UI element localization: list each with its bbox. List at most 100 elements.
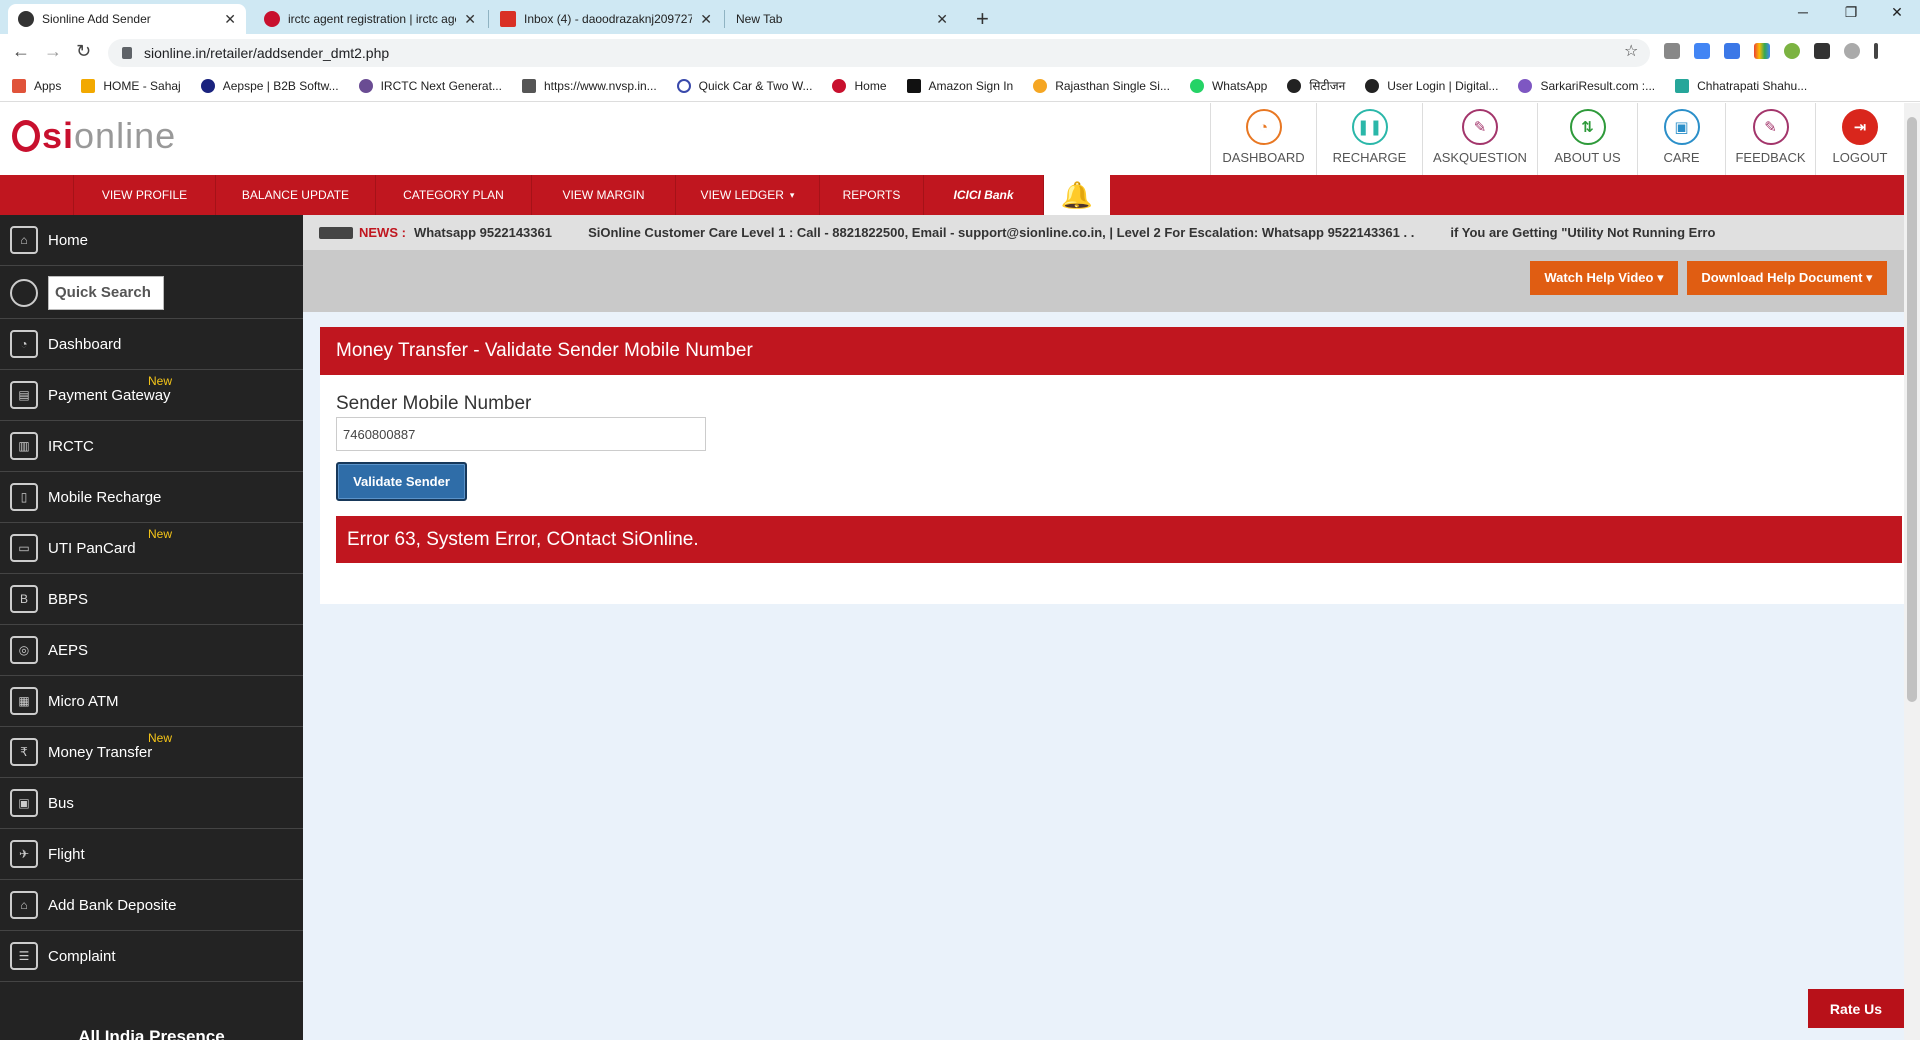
bookmark-label: SarkariResult.com :... [1540,78,1656,93]
speedometer-icon: ◔ [1245,109,1282,145]
bookmark-label: Quick Car & Two W... [698,78,813,93]
page-scrollbar[interactable] [1904,103,1920,1040]
bookmark-item[interactable]: SarkariResult.com :... [1518,78,1656,93]
close-window-icon[interactable]: ✕ [1874,4,1920,21]
bookmark-item[interactable]: Quick Car & Two W... [676,78,813,93]
bookmark-item[interactable]: User Login | Digital... [1365,78,1499,93]
bookmarks-bar: Apps HOME - Sahaj Aepspe | B2B Softw... … [0,70,1920,102]
sidebar-item-flight[interactable]: ✈ Flight [0,829,303,880]
nav-askquestion[interactable]: ✎ ASKQUESTION [1422,103,1537,176]
sidebar-item-irctc[interactable]: ▥ IRCTC [0,421,303,472]
nav-about-us[interactable]: ⇅ ABOUT US [1537,103,1637,176]
tab-new-tab[interactable]: New Tab ✕ [726,4,958,34]
extension-icon[interactable] [1664,43,1680,59]
kebab-menu-icon[interactable] [1874,43,1878,59]
quick-search [0,267,303,319]
tab-title: New Tab [736,12,783,26]
bookmark-item[interactable]: Amazon Sign In [906,78,1013,93]
bookmark-item[interactable]: IRCTC Next Generat... [358,78,502,93]
sidebar-item-add-bank-deposite[interactable]: ⌂ Add Bank Deposite [0,880,303,931]
extensions-area [1664,43,1878,59]
icici-bank-logo[interactable]: ICICI Bank [924,175,1044,215]
bookmark-icon [1033,78,1048,93]
extension-icon[interactable] [1724,43,1740,59]
nav-care[interactable]: ▣ CARE [1637,103,1725,176]
sidebar-item-uti-pancard[interactable]: ▭ UTI PanCard New [0,523,303,574]
forward-icon[interactable]: → [44,41,62,62]
sidebar-item-bbps[interactable]: B BBPS [0,574,303,625]
bookmark-item[interactable]: Home [832,78,887,93]
scrollbar-thumb[interactable] [1907,117,1917,702]
bell-icon[interactable]: 🔔 [1044,175,1110,215]
bookmark-item[interactable]: https://www.nvsp.in... [521,78,657,93]
logout-icon: ⇥ [1842,109,1878,145]
extension-icon[interactable] [1784,43,1800,59]
sender-mobile-input[interactable] [336,417,706,451]
tab-gmail[interactable]: Inbox (4) - daoodrazaknj2097276 ✕ [490,4,722,34]
sidebar-item-money-transfer[interactable]: ₹ Money Transfer New [0,727,303,778]
bookmark-star-icon[interactable]: ☆ [1624,41,1638,61]
sionline-logo[interactable]: sionline [12,115,176,157]
profile-icon[interactable] [1844,43,1860,59]
nav-label: ABOUT US [1554,150,1621,165]
logo-online: online [74,115,177,156]
menu-reports[interactable]: REPORTS [820,175,924,215]
sidebar-item-dashboard[interactable]: ◔ Dashboard [0,319,303,370]
tab-irctc[interactable]: irctc agent registration | irctc age ✕ [254,4,486,34]
sidebar-item-home[interactable]: ⌂ Home [0,215,303,266]
bookmark-icon [200,78,215,93]
translate-icon[interactable] [1694,43,1710,59]
reload-icon[interactable]: ↻ [76,41,91,62]
back-icon[interactable]: ← [12,41,30,62]
sidebar-item-complaint[interactable]: ☰ Complaint [0,931,303,982]
bookmark-apps[interactable]: Apps [12,78,62,93]
bookmark-label: Apps [34,78,62,93]
menu-balance-update[interactable]: BALANCE UPDATE [216,175,376,215]
minimize-icon[interactable]: ─ [1780,4,1826,20]
sidebar-item-mobile-recharge[interactable]: ▯ Mobile Recharge [0,472,303,523]
address-bar[interactable]: sionline.in/retailer/addsender_dmt2.php [108,39,1650,67]
sender-mobile-label: Sender Mobile Number [336,393,532,414]
menu-view-profile[interactable]: VIEW PROFILE [74,175,216,215]
nav-recharge[interactable]: ❚❚ RECHARGE [1316,103,1422,176]
extension-icon[interactable] [1754,43,1770,59]
nav-dashboard[interactable]: ◔ DASHBOARD [1210,103,1316,176]
sidebar-item-micro-atm[interactable]: ▦ Micro ATM [0,676,303,727]
menu-view-ledger[interactable]: VIEW LEDGER ▾ [676,175,820,215]
bookmark-label: WhatsApp [1211,78,1268,93]
nav-feedback[interactable]: ✎ FEEDBACK [1725,103,1815,176]
logo-mark-icon [12,120,40,152]
rate-us-button[interactable]: Rate Us [1808,989,1904,1028]
bookmark-item[interactable]: Rajasthan Single Si... [1033,78,1170,93]
site-favicon-icon [264,11,280,27]
mobile-icon: ▯ [10,483,38,511]
validate-sender-button[interactable]: Validate Sender [336,462,467,501]
bookmark-item[interactable]: Aepspe | B2B Softw... [200,78,339,93]
sidebar-item-payment-gateway[interactable]: ▤ Payment Gateway New [0,370,303,421]
bookmark-item[interactable]: Chhatrapati Shahu... [1675,78,1807,93]
sidebar-item-label: BBPS [48,590,89,608]
watch-help-video-button[interactable]: Watch Help Video ▾ [1530,261,1678,295]
download-help-document-button[interactable]: Download Help Document ▾ [1687,261,1887,295]
bookmark-item[interactable]: WhatsApp [1189,78,1268,93]
close-tab-icon[interactable]: ✕ [936,11,948,28]
nav-logout[interactable]: ⇥ LOGOUT [1815,103,1904,176]
close-tab-icon[interactable]: ✕ [464,11,476,28]
tab-sionline[interactable]: Sionline Add Sender ✕ [8,4,246,34]
sidebar-item-bus[interactable]: ▣ Bus [0,778,303,829]
bookmark-label: User Login | Digital... [1387,78,1499,93]
close-tab-icon[interactable]: ✕ [224,11,236,28]
menu-view-margin[interactable]: VIEW MARGIN [532,175,676,215]
quick-search-input[interactable] [48,275,164,310]
close-tab-icon[interactable]: ✕ [700,11,712,28]
menu-category-plan[interactable]: CATEGORY PLAN [376,175,532,215]
restore-icon[interactable]: ❐ [1828,4,1874,21]
lock-icon [122,47,132,59]
puzzle-icon[interactable] [1814,43,1830,59]
new-tab-button[interactable]: + [976,6,989,32]
sidebar-item-aeps[interactable]: ◎ AEPS [0,625,303,676]
bookmark-item[interactable]: HOME - Sahaj [81,78,181,93]
atm-icon: ▦ [10,687,38,715]
bookmark-item[interactable]: सिटीजन [1287,77,1345,94]
tab-title: Inbox (4) - daoodrazaknj2097276 [524,12,693,26]
